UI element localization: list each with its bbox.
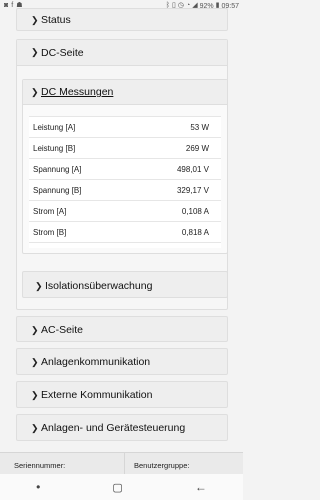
section-anlagenkommunikation[interactable]: ❯ Anlagenkommunikation [16,348,228,375]
section-ac-seite[interactable]: ❯ AC-Seite [16,316,228,342]
measurement-label: Spannung [A] [29,158,133,180]
measurement-value: 53 W [132,116,221,138]
measurement-row: Spannung [A] 498,01 V [29,158,221,180]
recents-button-icon[interactable]: ▢ [112,481,122,494]
facebook-icon: f [11,2,14,9]
measurement-label: Leistung [B] [29,137,133,159]
section-dc-seite-header[interactable]: ❯ DC-Seite [17,40,227,66]
camera-icon: ◙ [4,2,9,9]
section-steuerung-label: Anlagen- und Gerätesteuerung [41,422,186,434]
measurement-table-card: Leistung [A] 53 W Leistung [B] 269 W Spannun… [29,116,221,248]
chevron-right-icon: ❯ [31,389,39,400]
section-dc-seite-label: DC-Seite [41,46,84,59]
chevron-down-icon: ❯ [31,86,39,97]
measurement-table: Leistung [A] 53 W Leistung [B] 269 W Spannun… [29,116,221,243]
chevron-right-icon: ❯ [35,280,43,291]
user-group-label: Benutzergruppe: [134,461,190,470]
section-ac-seite-label: AC-Seite [41,324,84,336]
measurement-value: 498,01 V [132,158,221,180]
section-isolation-label: Isolationsüberwachung [45,280,153,292]
measurement-label: Spannung [B] [29,179,133,201]
chevron-right-icon: ❯ [31,324,39,335]
section-status[interactable]: ❯ Status [16,8,228,31]
subsection-dc-messungen: ❯ DC Messungen Leistung [A] 53 W Leistung … [22,79,228,254]
recent-apps-icon[interactable]: • [36,480,40,494]
measurement-value: 0,108 A [132,200,221,222]
measurement-row: Leistung [B] 269 W [29,137,221,159]
footer-bar: Seriennummer: Benutzergruppe: [0,452,243,475]
measurement-row: Strom [B] 0,818 A [29,221,221,243]
chevron-right-icon: ❯ [31,356,39,367]
section-externe-label: Externe Kommunikation [41,389,153,401]
subsection-dc-messungen-header[interactable]: ❯ DC Messungen [23,80,227,105]
measurement-row: Strom [A] 0,108 A [29,200,221,222]
measurement-label: Strom [A] [29,200,133,222]
section-anlagenkommunikation-label: Anlagenkommunikation [41,356,151,368]
footer-divider [124,453,125,475]
measurement-row: Spannung [B] 329,17 V [29,179,221,201]
measurement-label: Leistung [A] [29,116,133,138]
chevron-down-icon: ❯ [31,47,39,57]
measurement-row: Leistung [A] 53 W [29,116,221,138]
chevron-right-icon: ❯ [31,14,39,25]
chevron-right-icon: ❯ [31,422,39,433]
subsection-dc-messungen-label: DC Messungen [41,86,114,98]
section-externe-kommunikation[interactable]: ❯ Externe Kommunikation [16,381,228,408]
section-isolationsueberwachung[interactable]: ❯ Isolationsüberwachung [22,271,228,298]
back-icon[interactable]: ← [195,480,207,494]
section-anlagen-geraetesteuerung[interactable]: ❯ Anlagen- und Gerätesteuerung [16,414,228,441]
section-status-label: Status [41,14,71,26]
serial-number-label: Seriennummer: [14,461,66,470]
android-nav-bar: • ▢ ← [0,474,243,500]
measurement-value: 0,818 A [132,221,221,243]
measurement-value: 269 W [132,137,221,159]
measurement-value: 329,17 V [132,179,221,201]
measurement-label: Strom [B] [29,221,133,243]
